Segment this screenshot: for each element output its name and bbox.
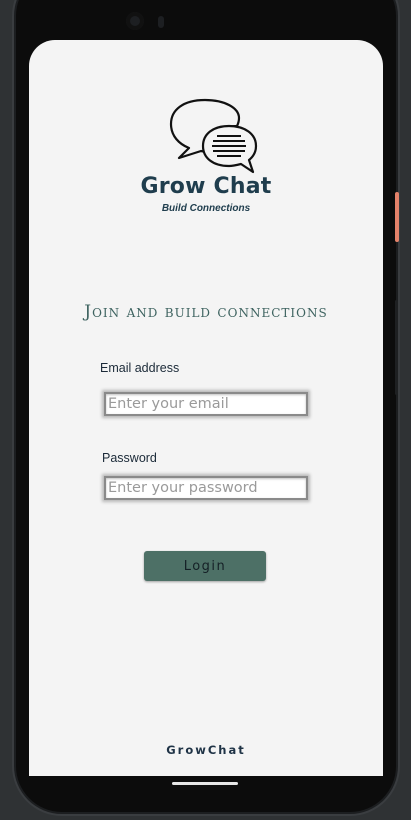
password-field[interactable] — [104, 476, 308, 500]
brand-tagline: Build Connections — [161, 203, 251, 214]
home-indicator[interactable] — [172, 782, 238, 785]
volume-button[interactable] — [395, 300, 398, 395]
email-label: Email address — [100, 361, 180, 375]
chat-bubbles-icon — [169, 98, 258, 174]
camera-icon — [126, 12, 144, 30]
email-field[interactable] — [104, 392, 308, 416]
brand-title: Grow Chat — [140, 174, 272, 199]
speaker-grille — [158, 16, 164, 28]
login-button[interactable]: Login — [144, 551, 266, 581]
page-heading: Join and build connections — [84, 302, 328, 322]
app-screen: Grow Chat Build Connections Join and bui… — [29, 40, 383, 776]
power-button[interactable] — [395, 192, 399, 242]
footer-brand: GrowChat — [166, 743, 246, 757]
password-label: Password — [102, 451, 157, 465]
